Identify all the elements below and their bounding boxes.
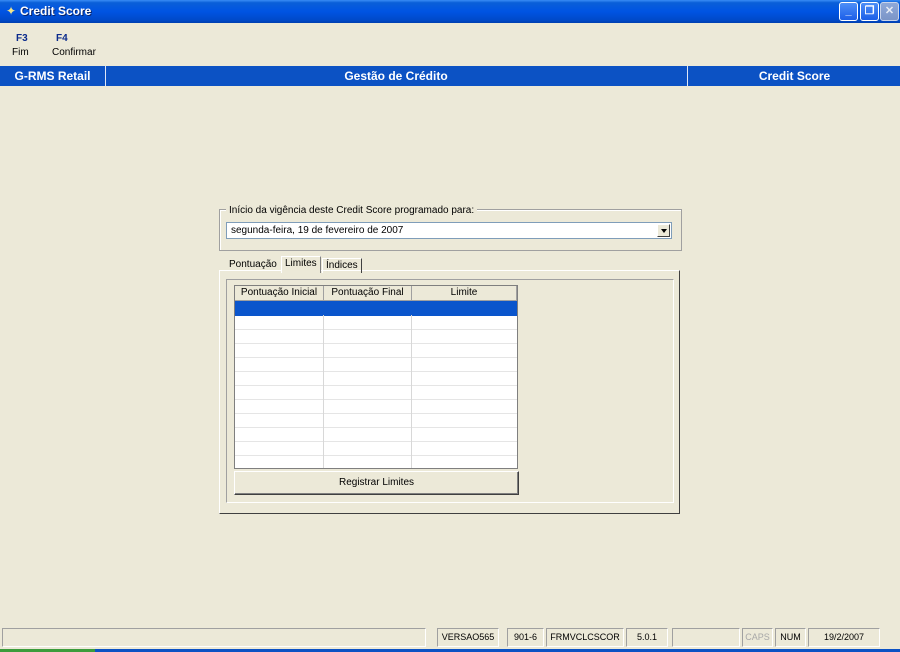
registrar-limites-button[interactable]: Registrar Limites: [234, 471, 519, 495]
status-code-panel: 901-6: [507, 628, 544, 647]
header-app-name: G-RMS Retail: [0, 66, 106, 86]
cell-pontuacao-inicial[interactable]: [235, 441, 324, 455]
cell-pontuacao-final[interactable]: [324, 343, 412, 357]
tab-pontuacao[interactable]: Pontuação: [226, 258, 280, 272]
table-row[interactable]: [235, 427, 517, 442]
cell-pontuacao-inicial[interactable]: [235, 385, 324, 399]
column-header-pontuacao-inicial[interactable]: Pontuação Inicial: [235, 286, 324, 301]
cell-limite[interactable]: [412, 441, 517, 455]
cell-limite[interactable]: [412, 315, 517, 329]
status-message-panel: [2, 628, 426, 647]
title-bar: ✦ Credit Score _ ❐ ✕: [0, 0, 900, 23]
fim-button[interactable]: F3 Fim: [12, 33, 29, 58]
cell-limite[interactable]: [412, 399, 517, 413]
status-caps-indicator: CAPS: [742, 628, 773, 647]
cell-pontuacao-inicial[interactable]: [235, 427, 324, 441]
cell-pontuacao-final[interactable]: [324, 413, 412, 427]
f4-key-label: F4: [56, 33, 68, 44]
cell-limite[interactable]: [412, 427, 517, 441]
cell-pontuacao-final[interactable]: [324, 441, 412, 455]
cell-pontuacao-final[interactable]: [324, 329, 412, 343]
cell-pontuacao-inicial[interactable]: [235, 329, 324, 343]
credit-score-app-icon: ✦: [5, 4, 17, 18]
status-date-panel: 19/2/2007: [808, 628, 880, 647]
vigencia-date-picker[interactable]: segunda-feira, 19 de fevereiro de 2007: [226, 222, 672, 239]
cell-pontuacao-inicial[interactable]: [235, 315, 324, 329]
cell-pontuacao-inicial[interactable]: [235, 399, 324, 413]
grid-header: Pontuação Inicial Pontuação Final Limite: [235, 286, 517, 301]
status-form-panel: FRMVCLCSCOR: [546, 628, 624, 647]
table-row[interactable]: [235, 371, 517, 386]
table-row[interactable]: [235, 329, 517, 344]
confirmar-label: Confirmar: [52, 47, 96, 58]
status-num-indicator: NUM: [775, 628, 806, 647]
restore-button[interactable]: ❐: [860, 2, 879, 21]
cell-pontuacao-final[interactable]: [324, 301, 412, 315]
cell-pontuacao-final[interactable]: [324, 371, 412, 385]
cell-pontuacao-inicial[interactable]: [235, 413, 324, 427]
table-row[interactable]: [235, 413, 517, 428]
cell-pontuacao-inicial[interactable]: [235, 455, 324, 468]
tab-limites[interactable]: Limites: [281, 256, 321, 273]
cell-pontuacao-inicial[interactable]: [235, 301, 324, 315]
cell-pontuacao-final[interactable]: [324, 427, 412, 441]
cell-limite[interactable]: [412, 329, 517, 343]
status-bar: VERSAO565 901-6 FRMVCLCSCOR 5.0.1 CAPS N…: [0, 627, 900, 649]
table-row[interactable]: [235, 315, 517, 330]
fim-label: Fim: [12, 47, 29, 58]
cell-pontuacao-final[interactable]: [324, 315, 412, 329]
header-screen-name: Credit Score: [687, 66, 900, 86]
cell-limite[interactable]: [412, 301, 517, 315]
chevron-down-icon[interactable]: [657, 224, 670, 237]
cell-pontuacao-inicial[interactable]: [235, 343, 324, 357]
table-row[interactable]: [235, 357, 517, 372]
cell-pontuacao-final[interactable]: [324, 455, 412, 468]
table-row[interactable]: [235, 301, 517, 316]
limites-grid[interactable]: Pontuação Inicial Pontuação Final Limite: [234, 285, 518, 469]
confirmar-button[interactable]: F4 Confirmar: [52, 33, 96, 58]
cell-limite[interactable]: [412, 357, 517, 371]
status-build-panel: 5.0.1: [626, 628, 668, 647]
f3-key-label: F3: [16, 33, 28, 44]
cell-limite[interactable]: [412, 385, 517, 399]
cell-pontuacao-final[interactable]: [324, 399, 412, 413]
status-version-panel: VERSAO565: [437, 628, 499, 647]
minimize-button[interactable]: _: [839, 2, 858, 21]
close-button[interactable]: ✕: [880, 2, 899, 21]
column-header-limite[interactable]: Limite: [412, 286, 517, 301]
cell-pontuacao-final[interactable]: [324, 357, 412, 371]
cell-pontuacao-inicial[interactable]: [235, 371, 324, 385]
tab-indices[interactable]: Índices: [322, 258, 362, 273]
window-title: Credit Score: [20, 4, 92, 18]
table-row[interactable]: [235, 441, 517, 456]
vigencia-legend: Início da vigência deste Credit Score pr…: [226, 205, 478, 216]
cell-limite[interactable]: [412, 455, 517, 468]
table-row[interactable]: [235, 343, 517, 358]
status-empty-panel: [672, 628, 740, 647]
cell-pontuacao-inicial[interactable]: [235, 357, 324, 371]
cell-pontuacao-final[interactable]: [324, 385, 412, 399]
table-row[interactable]: [235, 399, 517, 414]
vigencia-date-value: segunda-feira, 19 de fevereiro de 2007: [231, 225, 404, 236]
cell-limite[interactable]: [412, 413, 517, 427]
table-row[interactable]: [235, 385, 517, 400]
function-key-toolbar: F3 Fim F4 Confirmar: [0, 23, 900, 65]
header-band: G-RMS Retail Gestão de Crédito Credit Sc…: [0, 66, 900, 86]
cell-limite[interactable]: [412, 371, 517, 385]
table-row[interactable]: [235, 455, 517, 468]
cell-limite[interactable]: [412, 343, 517, 357]
column-header-pontuacao-final[interactable]: Pontuação Final: [324, 286, 412, 301]
header-module-name: Gestão de Crédito: [344, 69, 448, 83]
